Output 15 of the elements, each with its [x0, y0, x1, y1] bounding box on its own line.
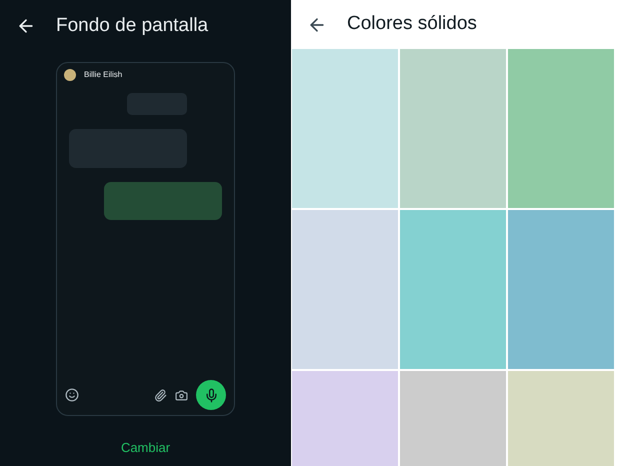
color-swatch[interactable] [292, 210, 398, 369]
color-swatch[interactable] [508, 210, 614, 369]
paperclip-icon[interactable] [154, 388, 167, 402]
screen-title: Colores sólidos [347, 12, 477, 36]
change-button[interactable]: Cambiar [120, 438, 170, 458]
camera-icon[interactable] [175, 388, 188, 402]
microphone-button[interactable] [196, 380, 226, 410]
color-swatch[interactable] [400, 49, 506, 208]
color-swatch[interactable] [508, 49, 614, 208]
color-swatch[interactable] [400, 210, 506, 369]
color-swatch[interactable] [292, 49, 398, 208]
microphone-icon [204, 388, 218, 402]
contact-name: Billie Eilish [84, 69, 122, 81]
emoji-icon[interactable] [65, 388, 79, 402]
screen-title: Fondo de pantalla [56, 14, 208, 38]
